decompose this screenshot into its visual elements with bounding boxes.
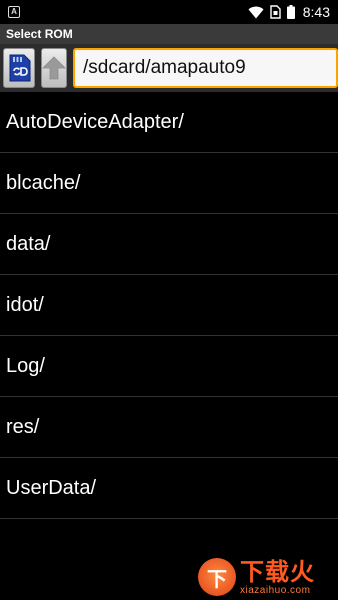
watermark-url: xiazaihuo.com [240,584,311,596]
status-time: 8:43 [302,4,330,20]
wifi-icon [248,6,264,18]
file-item-res[interactable]: res/ [0,397,338,458]
file-item-log[interactable]: Log/ [0,336,338,397]
status-icons: 8:43 [248,0,330,24]
arrow-up-icon [42,56,66,80]
notification-a-icon: A [8,6,20,18]
dialog-title: Select ROM [0,24,338,44]
file-item-userdata[interactable]: UserData/ [0,458,338,519]
file-list: AutoDeviceAdapter/ blcache/ data/ idot/ … [0,92,338,519]
watermark-text: 下载火 xiazaihuo.com [240,559,315,596]
sd-card-icon [9,54,31,82]
file-item-autodeviceadapter[interactable]: AutoDeviceAdapter/ [0,92,338,153]
watermark-brand: 下载火 [240,557,315,586]
battery-icon [286,5,295,19]
sd-card-button[interactable] [3,48,35,88]
up-directory-button[interactable] [41,48,67,88]
watermark: 下 下载火 xiazaihuo.com [198,554,338,600]
watermark-logo: 下 [198,558,236,596]
status-bar: A 8:43 [0,0,338,24]
path-input[interactable] [73,48,338,88]
toolbar [0,44,338,92]
file-item-data[interactable]: data/ [0,214,338,275]
file-item-blcache[interactable]: blcache/ [0,153,338,214]
sim-card-icon [270,5,281,19]
file-item-idot[interactable]: idot/ [0,275,338,336]
